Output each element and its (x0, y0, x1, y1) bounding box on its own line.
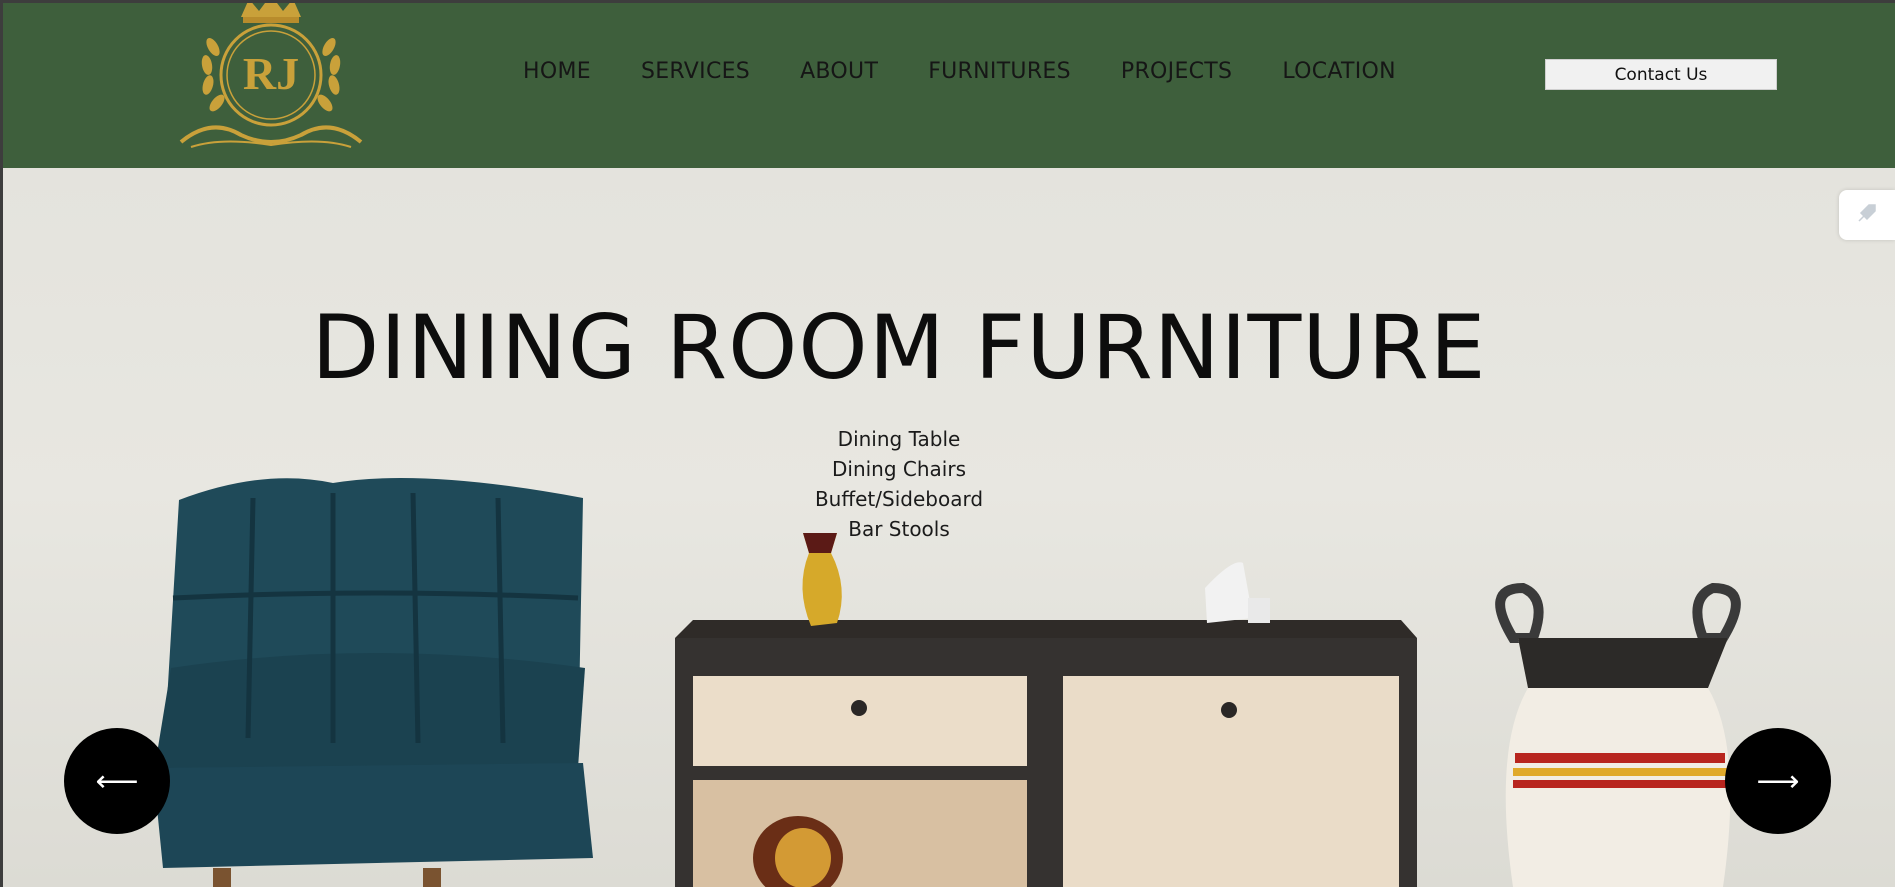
hero-slider: DINING ROOM FURNITURE Dining Table Dinin… (3, 168, 1895, 887)
next-slide-button[interactable]: ⟶ (1725, 728, 1831, 834)
list-item[interactable]: Dining Table (3, 424, 1845, 454)
logo-text: RJ (243, 48, 299, 99)
hero-title: DINING ROOM FURNITURE (311, 296, 1487, 399)
small-vase (802, 533, 842, 626)
large-vase (1495, 582, 1741, 887)
list-item[interactable]: Buffet/Sideboard (3, 484, 1845, 514)
nav-about[interactable]: ABOUT (800, 55, 878, 89)
list-item[interactable]: Dining Chairs (3, 454, 1845, 484)
page: RJ HOME SERVICES ABOUT FURNITURES PROJEC… (3, 3, 1895, 887)
crown-laurel-emblem: RJ (179, 3, 363, 148)
contact-us-button[interactable]: Contact Us (1545, 59, 1777, 90)
brand-logo[interactable]: RJ (171, 3, 371, 157)
nav-projects[interactable]: PROJECTS (1121, 55, 1232, 89)
sideboard (675, 620, 1417, 887)
side-widget-button[interactable] (1839, 190, 1895, 240)
arrow-right-icon: ⟶ (1756, 764, 1800, 798)
site-header: RJ HOME SERVICES ABOUT FURNITURES PROJEC… (3, 3, 1895, 168)
figurine (1205, 562, 1270, 623)
previous-slide-button[interactable]: ⟵ (64, 728, 170, 834)
nav-furnitures[interactable]: FURNITURES (928, 55, 1071, 89)
list-item[interactable]: Bar Stools (3, 514, 1845, 544)
rocket-icon (1855, 201, 1879, 230)
nav-services[interactable]: SERVICES (641, 55, 750, 89)
nav-location[interactable]: LOCATION (1282, 55, 1396, 89)
main-nav: HOME SERVICES ABOUT FURNITURES PROJECTS … (523, 55, 1446, 89)
nav-home[interactable]: HOME (523, 55, 591, 89)
arrow-left-icon: ⟵ (95, 764, 139, 798)
furniture-category-list: Dining Table Dining Chairs Buffet/Sidebo… (3, 424, 1845, 544)
